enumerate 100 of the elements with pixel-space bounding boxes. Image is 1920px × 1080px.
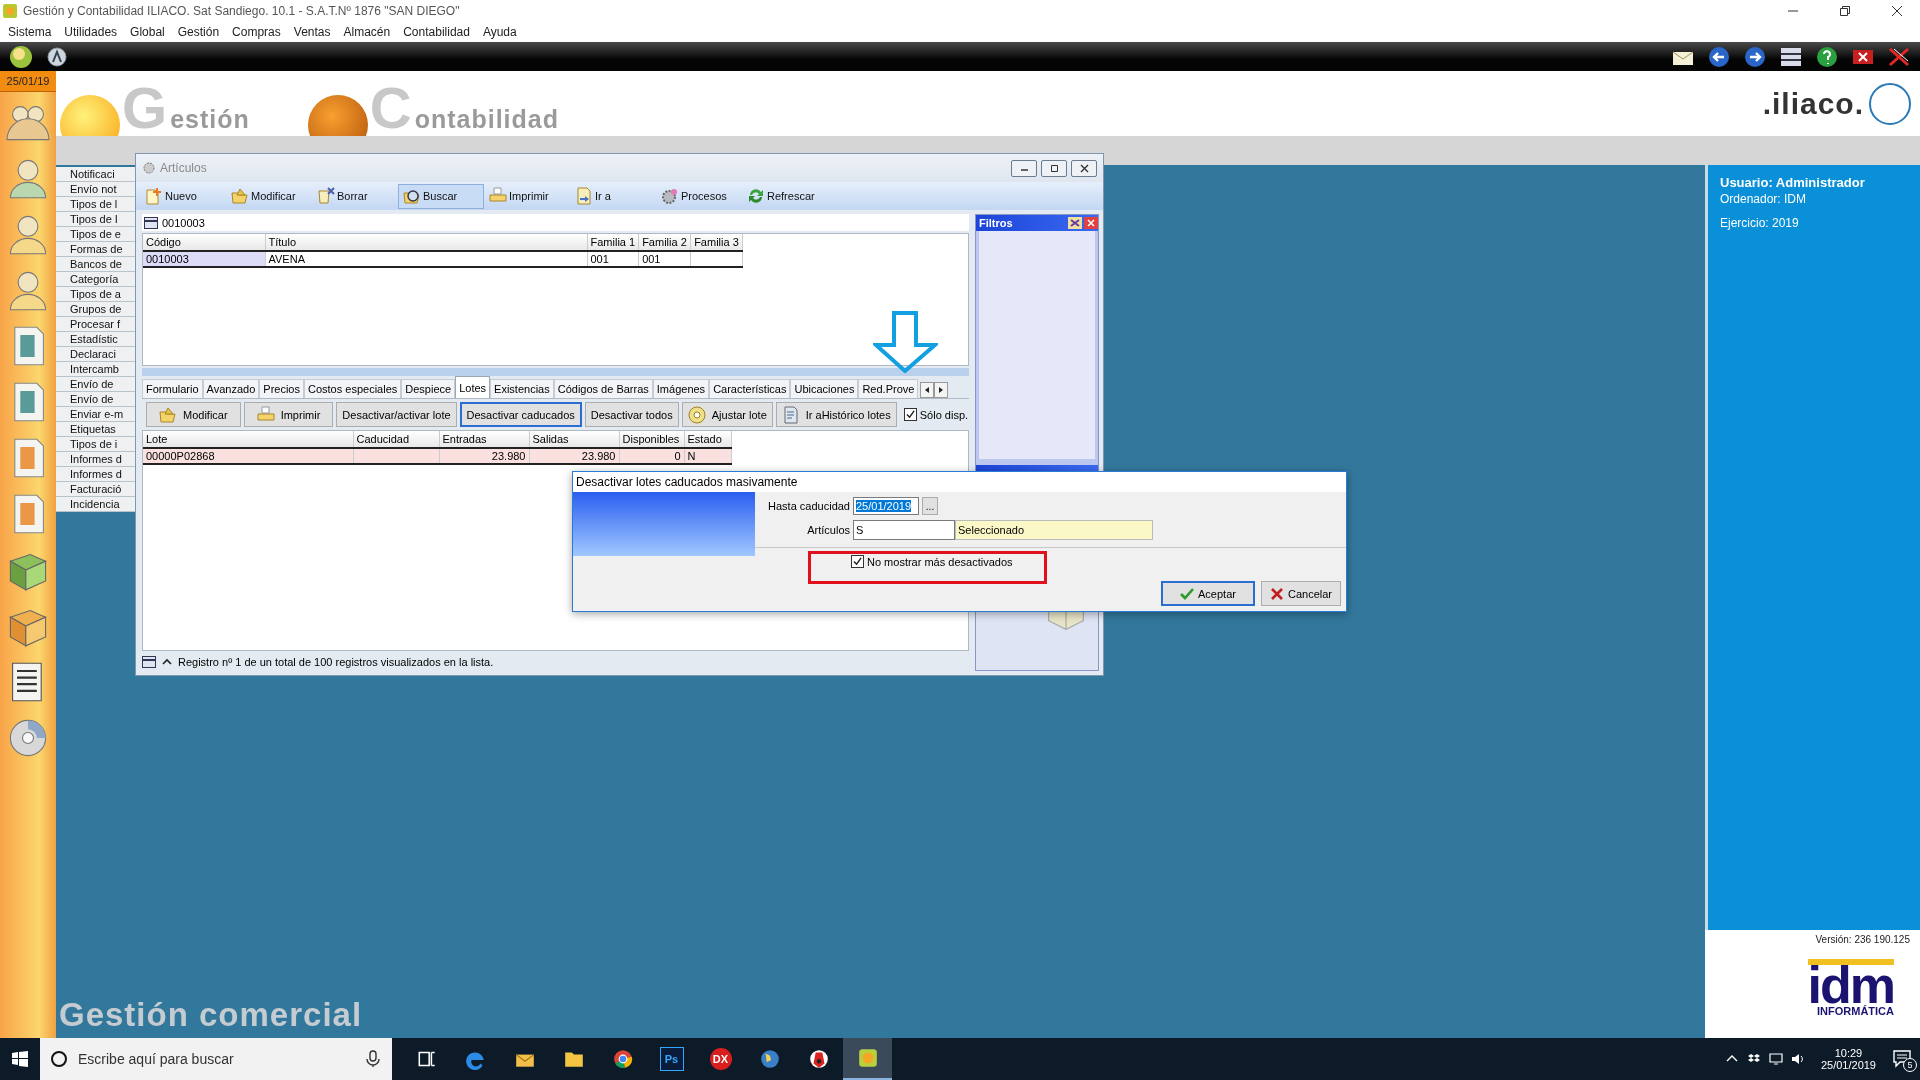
checkbox-label[interactable]: No mostrar más desactivados (867, 555, 1013, 568)
toolbar-button[interactable]: Desactivar caducados (459, 402, 582, 427)
toolbar-button[interactable]: Borrar (312, 183, 398, 209)
dialog-title: Desactivar lotes caducados masivamente (573, 472, 1346, 492)
toolbar-button[interactable]: Modificar (146, 402, 241, 427)
document-plus-icon (145, 187, 163, 205)
column-header[interactable]: Lote (143, 431, 353, 448)
close-icon (1269, 586, 1284, 601)
tab[interactable]: Avanzado (202, 379, 260, 398)
company-logo: idm (1807, 959, 1894, 1005)
tab[interactable]: Existencias (490, 379, 554, 398)
table-cell (690, 251, 743, 267)
search-field[interactable]: Escribe aquí para buscar (40, 1038, 392, 1080)
document-icon (781, 405, 800, 424)
toolbar-button[interactable]: Ir aHistórico lotes (775, 402, 897, 427)
menu-item[interactable]: Ayuda (482, 25, 517, 39)
menu-item[interactable]: Gestión (177, 25, 220, 39)
card-icon (144, 216, 158, 229)
menu-item[interactable]: Compras (232, 25, 281, 39)
orb-icon[interactable] (8, 44, 34, 69)
column-header[interactable]: Disponibles (619, 431, 684, 448)
toolbar-button[interactable]: Ir a (570, 183, 656, 209)
minimize-button[interactable] (1011, 159, 1037, 177)
menu-item[interactable]: Almacén (343, 25, 391, 39)
column-header[interactable]: Estado (684, 431, 731, 448)
toolbar-button[interactable]: Desactivar todos (584, 402, 679, 427)
tab[interactable]: Ubicaciones (790, 379, 859, 398)
tab[interactable]: Red.Prove (858, 379, 919, 398)
taskbar-app[interactable]: DX (696, 1038, 745, 1080)
tab[interactable]: Formulario (142, 379, 203, 398)
toolbar-button[interactable]: Modificar (226, 183, 312, 209)
window-title: Artículos (160, 161, 208, 175)
accept-button[interactable]: Aceptar (1160, 581, 1255, 606)
date-field[interactable]: 25/01/2019 (853, 497, 919, 515)
back-icon[interactable] (1706, 44, 1732, 69)
checkbox-label[interactable]: Sólo disp. (919, 408, 969, 421)
column-header[interactable]: Caducidad (353, 431, 439, 448)
checkbox[interactable] (903, 408, 917, 421)
input-field[interactable]: S (853, 520, 955, 540)
scroll-right-button[interactable] (934, 382, 949, 398)
column-header[interactable]: Entradas (439, 431, 529, 448)
volume-icon[interactable] (1790, 1052, 1805, 1066)
browse-button[interactable]: ... (922, 497, 938, 515)
cancel-button[interactable]: Cancelar (1260, 581, 1341, 606)
toolbar-button[interactable]: Refrescar (742, 183, 828, 209)
menu-item[interactable]: Contabilidad (403, 25, 470, 39)
menu-item[interactable]: Ventas (293, 25, 331, 39)
column-header[interactable]: Título (265, 234, 587, 251)
code-field[interactable]: 0010003 (162, 216, 205, 229)
date-badge: 25/01/19 (0, 71, 56, 92)
column-header[interactable]: Salidas (529, 431, 619, 448)
toolbar-button[interactable]: Ajustar lote (681, 402, 773, 427)
close-button[interactable] (1071, 159, 1097, 177)
tab[interactable]: Lotes (455, 376, 491, 398)
maximize-button[interactable] (1041, 159, 1067, 177)
tab[interactable]: Despiece (401, 379, 456, 398)
help-icon[interactable] (1814, 44, 1840, 69)
network-icon[interactable] (1768, 1052, 1783, 1066)
table-row[interactable]: 00000P02868 23.980 23.980 0 N (143, 448, 731, 464)
globe-icon (758, 1048, 781, 1070)
card-icon[interactable] (142, 656, 156, 668)
menu-item[interactable]: Sistema (8, 25, 52, 39)
menu-item[interactable]: Utilidades (64, 25, 118, 39)
field-label: Hasta caducidad (767, 500, 851, 512)
forward-icon[interactable] (1742, 44, 1768, 69)
document-arrow-icon (575, 187, 593, 205)
checkbox[interactable] (851, 555, 864, 568)
scroll-left-button[interactable] (920, 382, 935, 398)
bird-icon (807, 1048, 830, 1070)
section-title: Gestión comercial (59, 996, 363, 1034)
toolbar-button[interactable]: Procesos (656, 183, 742, 209)
logo-text: estión (170, 105, 250, 134)
app-icon[interactable] (44, 44, 70, 69)
panel-title: Filtros (979, 217, 1014, 229)
logo-text: ontabilidad (414, 105, 559, 134)
column-header[interactable]: Familia 1 (587, 234, 639, 251)
microphone-icon[interactable] (364, 1050, 382, 1068)
toolbar-button[interactable]: Nuevo (140, 183, 226, 209)
tab[interactable]: Precios (259, 379, 304, 398)
search-icon (50, 1050, 68, 1068)
column-header[interactable]: Código (143, 234, 265, 251)
toolbar-button[interactable]: Imprimir (243, 402, 334, 427)
column-header[interactable]: Familia 2 (638, 234, 691, 251)
column-header[interactable]: Familia 3 (690, 234, 743, 251)
tab[interactable]: Características (709, 379, 791, 398)
clock[interactable]: 10:29 25/01/2019 (1820, 1047, 1876, 1071)
printer-icon (256, 405, 275, 424)
toolbar-button[interactable]: Imprimir (484, 183, 570, 209)
tab[interactable]: Costos especiales (304, 379, 402, 398)
notification-count: 5 (1903, 1058, 1917, 1072)
menu-item[interactable]: Global (130, 25, 165, 39)
notification-icon[interactable] (1892, 1048, 1912, 1068)
taskbar-app[interactable]: Ps (647, 1038, 696, 1080)
toolbar-button[interactable]: Desactivar/activar lote (336, 402, 457, 427)
pin-button[interactable] (1068, 217, 1082, 229)
tab[interactable]: Códigos de Barras (553, 379, 653, 398)
restore-icon (1840, 6, 1850, 16)
tab[interactable]: Imágenes (652, 379, 710, 398)
toolbar-button[interactable]: Buscar (398, 183, 484, 209)
description-field: Seleccionado (955, 520, 1153, 540)
